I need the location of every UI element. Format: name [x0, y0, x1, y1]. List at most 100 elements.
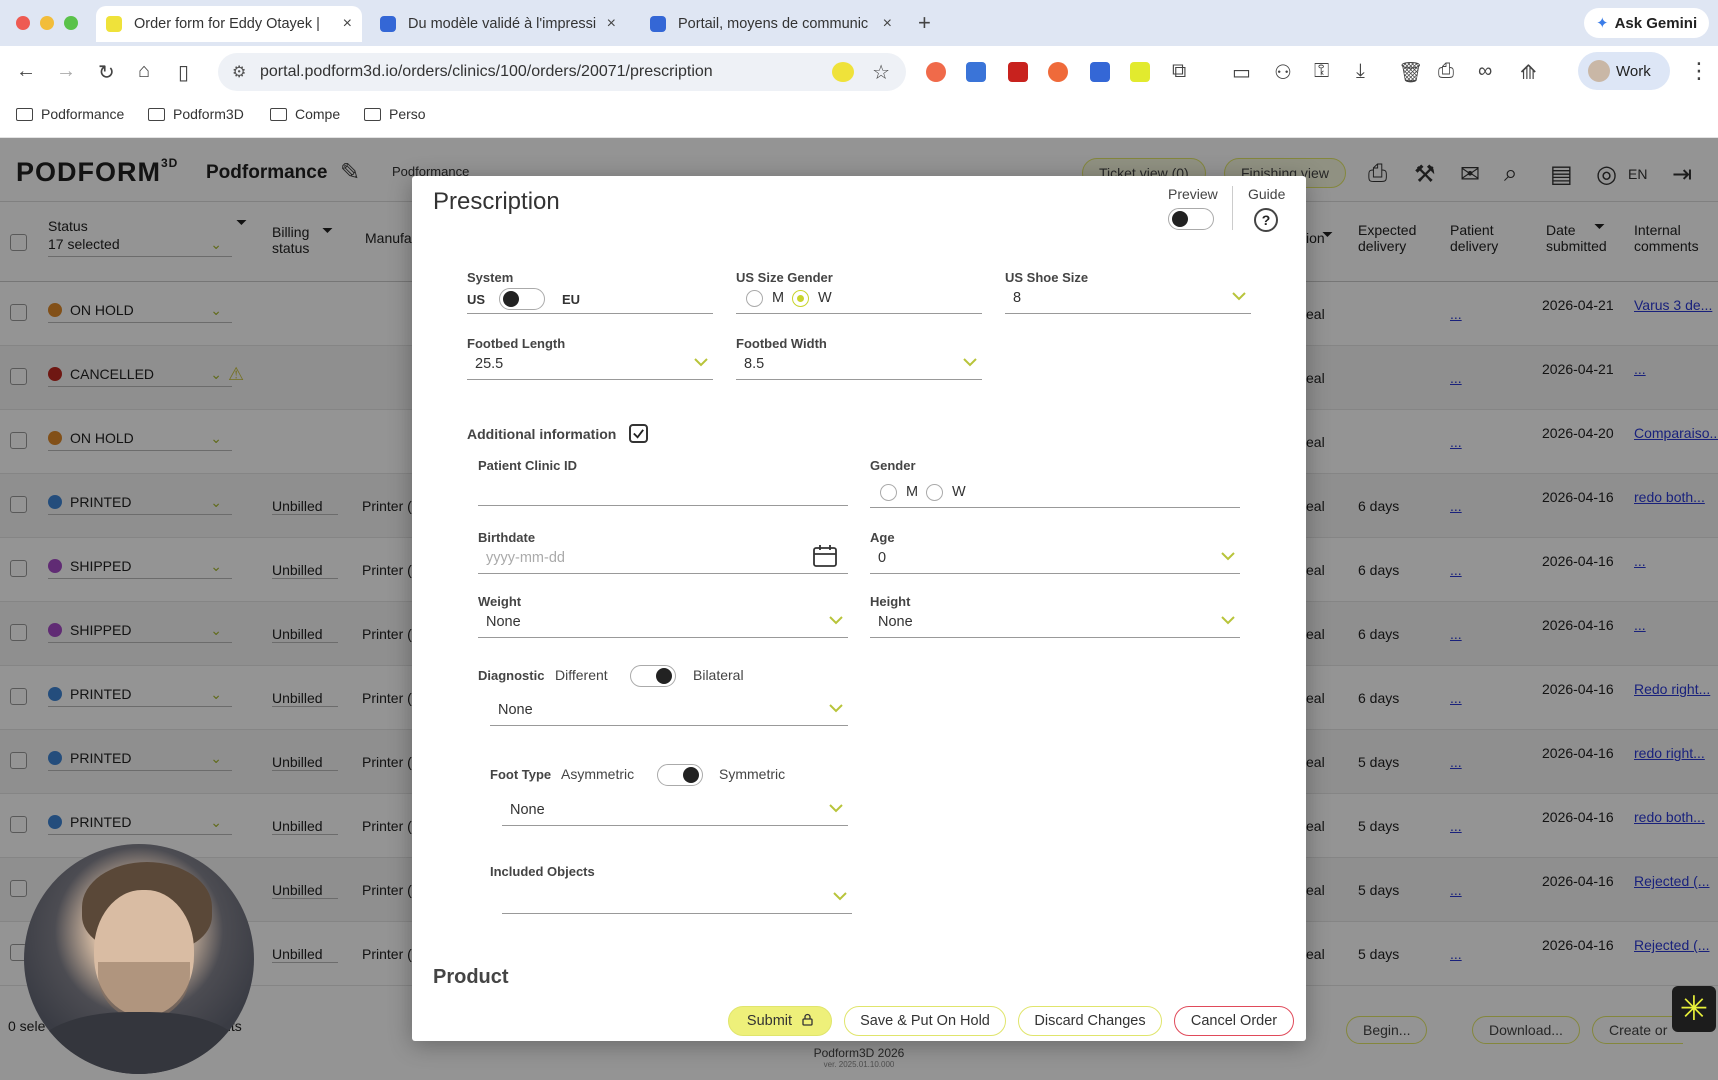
footbed-width-select[interactable]: 8.5: [736, 352, 982, 380]
forward-icon[interactable]: →: [56, 60, 76, 83]
incognito-icon[interactable]: ⚇: [1274, 60, 1292, 85]
extension-star-icon[interactable]: [1130, 62, 1150, 82]
tab-modele-valide[interactable]: Du modèle validé à l'impressi ×: [370, 6, 626, 42]
product-heading: Product: [433, 966, 509, 988]
gender-w-radio[interactable]: [926, 484, 943, 501]
calendar-icon[interactable]: [812, 544, 838, 576]
folder-icon: [270, 107, 287, 121]
system-label: System: [467, 270, 514, 285]
close-tab-icon[interactable]: ×: [607, 15, 616, 33]
preview-toggle[interactable]: [1168, 208, 1214, 230]
system-field: US EU: [467, 286, 713, 314]
more-menu-icon[interactable]: ⋮: [1688, 58, 1710, 84]
webcam-overlay: [24, 844, 254, 1074]
cancel-order-button[interactable]: Cancel Order: [1174, 1006, 1294, 1036]
footbed-length-label: Footbed Length: [467, 336, 566, 351]
foot-type-label: Foot Type: [490, 767, 552, 782]
help-icon[interactable]: ?: [1254, 208, 1278, 232]
us-shoe-size-label: US Shoe Size: [1005, 270, 1089, 285]
bookmark-podformance[interactable]: Podformance: [16, 106, 124, 122]
chevron-down-icon: [832, 885, 847, 901]
trash-icon[interactable]: 🗑: [1398, 60, 1423, 85]
close-tab-icon[interactable]: ×: [883, 15, 892, 33]
extension-diamond-icon[interactable]: [966, 62, 986, 82]
chevron-down-icon: [1220, 609, 1235, 625]
foot-type-toggle[interactable]: [657, 764, 703, 786]
age-label: Age: [870, 530, 895, 545]
browser-toolbar: ← → ↻ ⌂ ▯ ⚙ portal.podform3d.io/orders/c…: [0, 46, 1718, 98]
download-icon[interactable]: ⤓: [1356, 60, 1365, 83]
us-gender-m-radio[interactable]: [746, 290, 763, 307]
birthdate-input[interactable]: yyyy-mm-dd: [478, 544, 848, 576]
back-icon[interactable]: ←: [16, 60, 36, 83]
folder-icon: [16, 107, 33, 121]
us-gender-w-radio[interactable]: [792, 290, 809, 307]
profile-button[interactable]: Work: [1578, 52, 1670, 90]
close-tab-icon[interactable]: ×: [343, 15, 352, 33]
gender-m-radio[interactable]: [880, 484, 897, 501]
bookmark-compe[interactable]: Compe: [270, 106, 340, 122]
extension-burst-icon[interactable]: [926, 62, 946, 82]
link-icon[interactable]: ∞: [1478, 60, 1492, 83]
diagnostic-toggle[interactable]: [630, 665, 676, 687]
print-icon[interactable]: ⎙: [1438, 60, 1454, 83]
submit-button[interactable]: Submit: [728, 1006, 832, 1036]
included-objects-select[interactable]: [502, 886, 852, 914]
chevron-down-icon: [828, 609, 843, 625]
gear-favicon-icon: [650, 16, 666, 32]
system-toggle[interactable]: [499, 288, 545, 310]
translate-icon[interactable]: ⟰: [1520, 60, 1537, 85]
tab-portail[interactable]: Portail, moyens de communic ×: [640, 6, 902, 42]
address-bar[interactable]: ⚙ portal.podform3d.io/orders/clinics/100…: [218, 53, 906, 91]
weight-label: Weight: [478, 594, 522, 609]
discard-changes-button[interactable]: Discard Changes: [1018, 1006, 1162, 1036]
ask-gemini-button[interactable]: ✦ Ask Gemini: [1584, 8, 1710, 38]
podform-extension-icon[interactable]: [832, 62, 854, 82]
bookmark-perso[interactable]: Perso: [364, 106, 426, 122]
diagnostic-different-label: Different: [555, 667, 608, 683]
puzzle-extensions-icon[interactable]: ⧉: [1172, 60, 1186, 83]
bookmark-podform3d[interactable]: Podform3D: [148, 106, 244, 122]
pdf-extension-icon[interactable]: [1008, 62, 1028, 82]
home-icon[interactable]: ⌂: [138, 60, 150, 83]
tab-order-form[interactable]: Order form for Eddy Otayek | ×: [96, 6, 362, 42]
us-shoe-size-select[interactable]: 8: [1005, 286, 1251, 314]
patient-clinic-id-label: Patient Clinic ID: [478, 458, 577, 473]
lock-icon: [802, 1013, 813, 1029]
screen-search-icon[interactable]: ▭: [1232, 60, 1251, 85]
footbed-length-select[interactable]: 25.5: [467, 352, 713, 380]
birthdate-label: Birthdate: [478, 530, 536, 545]
save-put-on-hold-button[interactable]: Save & Put On Hold: [844, 1006, 1006, 1036]
chevron-down-icon: [693, 351, 708, 367]
foot-type-symmetric-label: Symmetric: [719, 766, 786, 782]
height-label: Height: [870, 594, 911, 609]
new-tab-icon[interactable]: +: [918, 10, 931, 36]
included-objects-label: Included Objects: [490, 864, 595, 879]
site-settings-icon[interactable]: ⚙: [232, 62, 246, 82]
split-view-icon[interactable]: ▯: [178, 60, 189, 85]
bookmark-star-icon[interactable]: ☆: [872, 60, 890, 85]
diagnostic-select[interactable]: None: [490, 698, 848, 726]
sparkle-icon: ✦: [1596, 15, 1609, 32]
height-select[interactable]: None: [870, 610, 1240, 638]
patient-clinic-id-input[interactable]: [478, 478, 848, 506]
snowflake-icon[interactable]: ✳: [1672, 986, 1716, 1032]
diagnostic-label: Diagnostic: [478, 668, 545, 683]
preview-label: Preview: [1168, 186, 1218, 202]
age-select[interactable]: 0: [870, 546, 1240, 574]
additional-information-checkbox[interactable]: [629, 424, 648, 443]
extension-t-icon[interactable]: [1048, 62, 1068, 82]
minimize-window-button[interactable]: [40, 16, 54, 30]
reload-icon[interactable]: ↻: [98, 60, 115, 85]
maximize-window-button[interactable]: [64, 16, 78, 30]
close-window-button[interactable]: [16, 16, 30, 30]
url-text: portal.podform3d.io/orders/clinics/100/o…: [260, 63, 713, 80]
folder-icon: [364, 107, 381, 121]
weight-select[interactable]: None: [478, 610, 848, 638]
extension-gear-icon[interactable]: [1090, 62, 1110, 82]
chevron-down-icon: [962, 351, 977, 367]
foot-type-select[interactable]: None: [502, 798, 848, 826]
chevron-down-icon: [1231, 285, 1246, 301]
prescription-modal: Prescription Preview Guide ? System US E…: [412, 176, 1306, 1041]
key-icon[interactable]: ⚿: [1314, 60, 1329, 83]
